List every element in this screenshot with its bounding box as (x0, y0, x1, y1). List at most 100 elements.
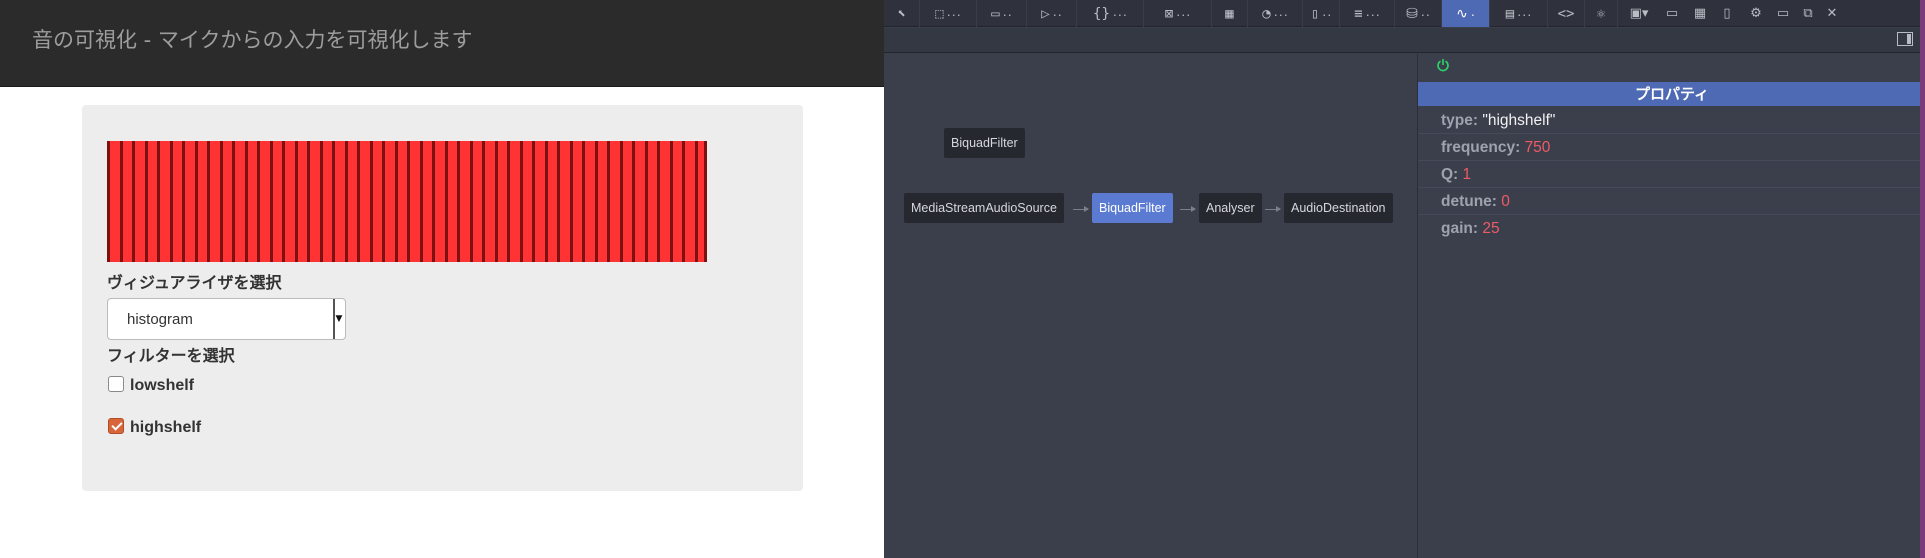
histogram-bar-divider (507, 141, 510, 262)
histogram-bar-divider (570, 141, 573, 262)
histogram-bar-divider (457, 141, 460, 262)
histogram-bar-divider (482, 141, 485, 262)
react-icon: ⚛ (1596, 5, 1606, 22)
pick-element-icon[interactable]: ⬉ (884, 0, 920, 27)
device-icon[interactable]: ▯ (1717, 3, 1737, 23)
lowshelf-checkbox[interactable] (108, 376, 124, 392)
histogram-bar-divider (232, 141, 235, 262)
settings-gear-icon[interactable]: ⚙ (1746, 3, 1766, 23)
canvas-icon: ⊠ (1164, 5, 1174, 22)
layout-menu-icon[interactable]: ▣▾ (1624, 3, 1654, 23)
visualizer-select[interactable]: histogram ▼ (107, 298, 346, 340)
lowshelf-label: lowshelf (130, 377, 195, 394)
frame-icon[interactable]: ▭ (1662, 3, 1682, 23)
close-devtools-icon[interactable]: ✕ (1822, 3, 1842, 23)
histogram-bar-divider (345, 141, 348, 262)
property-value[interactable]: 0 (1501, 193, 1510, 210)
tab-webaudio[interactable]: ∿. (1442, 0, 1490, 27)
tab-responsive[interactable]: ▯.. (1303, 0, 1340, 27)
histogram-bar-divider (320, 141, 323, 262)
devtools-subbar (884, 28, 1925, 53)
tab-react[interactable]: ⚛ (1585, 0, 1618, 27)
tab-memory[interactable]: ▦ (1212, 0, 1248, 27)
property-row-q: Q: 1 (1418, 161, 1925, 188)
histogram-bar-divider (395, 141, 398, 262)
graph-node-analyser[interactable]: Analyser (1199, 193, 1262, 223)
histogram-bar-divider (107, 141, 110, 262)
histogram-bar-divider (370, 141, 373, 262)
histogram-bar-divider (170, 141, 173, 262)
histogram-bar-divider (595, 141, 598, 262)
tab-code[interactable]: <> (1548, 0, 1585, 27)
property-row-type: type: "highshelf" (1418, 107, 1925, 134)
property-value[interactable]: 1 (1463, 166, 1472, 183)
histogram-bar-divider (407, 141, 410, 262)
histogram-bar-divider (682, 141, 685, 262)
tab-inspector[interactable]: ⬚... (920, 0, 977, 27)
tab-storage[interactable]: ⛁.. (1395, 0, 1442, 27)
histogram-bar-divider (332, 141, 335, 262)
histogram-bar-divider (695, 141, 698, 262)
histogram-bar-divider (245, 141, 248, 262)
memory-icon: ▦ (1225, 5, 1234, 22)
property-value[interactable]: "highshelf" (1482, 112, 1555, 129)
storage-icon: ⛁ (1406, 5, 1418, 22)
highshelf-checkbox[interactable] (108, 418, 124, 434)
graph-edge (1180, 206, 1196, 212)
graph-node-mediastreamaudiosource[interactable]: MediaStreamAudioSource (904, 193, 1064, 223)
performance-icon: ◔ (1262, 5, 1271, 22)
histogram-bar-divider (220, 141, 223, 262)
histogram-bar-divider (157, 141, 160, 262)
graph-node-audiodestination[interactable]: AudioDestination (1284, 193, 1393, 223)
separate-window-icon[interactable]: ⧉ (1798, 3, 1818, 23)
dropdown-arrow-icon: ▼ (333, 299, 343, 339)
histogram-bar-divider (270, 141, 273, 262)
properties-header: プロパティ (1418, 82, 1925, 106)
property-value[interactable]: 25 (1482, 220, 1499, 237)
highshelf-label: highshelf (130, 419, 202, 436)
tab-debugger[interactable]: ▷.. (1027, 0, 1077, 27)
screenshot-icon[interactable]: ▦ (1690, 3, 1710, 23)
histogram-bar-divider (295, 141, 298, 262)
responsive-icon: ▯ (1310, 5, 1320, 22)
histogram-bar-divider (557, 141, 560, 262)
screen: 音の可視化 - マイクからの入力を可視化します ヴィジュアライザを選択 hist… (0, 0, 1925, 558)
histogram-bar-divider (645, 141, 648, 262)
histogram-bar-divider (620, 141, 623, 262)
histogram-bar-divider (432, 141, 435, 262)
tab-accessibility[interactable]: ▤... (1490, 0, 1548, 27)
property-row-gain: gain: 25 (1418, 215, 1925, 242)
histogram-bar-divider (282, 141, 285, 262)
page-title: 音の可視化 - マイクからの入力を可視化します (32, 28, 473, 52)
tab-performance[interactable]: ◔... (1248, 0, 1303, 27)
histogram-bar-divider (207, 141, 210, 262)
property-value[interactable]: 750 (1525, 139, 1551, 156)
histogram-bar-divider (520, 141, 523, 262)
devtools-panel: ⬉ ⬚... ▭.. ▷.. {}... ⊠... ▦ ◔... ▯.. ≡..… (884, 0, 1925, 558)
property-row-detune: detune: 0 (1418, 188, 1925, 215)
tab-network[interactable]: ≡... (1340, 0, 1395, 27)
histogram-bar-divider (670, 141, 673, 262)
tab-console[interactable]: ▭.. (977, 0, 1027, 27)
debugger-icon: ▷ (1041, 5, 1050, 22)
graph-node-biquadfilter-unconnected[interactable]: BiquadFilter (944, 128, 1025, 158)
code-icon: <> (1557, 5, 1575, 22)
tab-canvas[interactable]: ⊠... (1144, 0, 1212, 27)
tab-style-editor[interactable]: {}... (1077, 0, 1144, 27)
power-icon[interactable] (1436, 58, 1450, 72)
histogram-bar-divider (382, 141, 385, 262)
accessibility-icon: ▤ (1505, 5, 1515, 22)
window-edge (1920, 0, 1925, 558)
histogram-bar-divider (445, 141, 448, 262)
property-key: detune: (1441, 193, 1497, 210)
dock-bottom-icon[interactable]: ▭ (1773, 3, 1793, 23)
histogram-bar-divider (495, 141, 498, 262)
graph-edge (1073, 206, 1089, 212)
histogram-bar-divider (582, 141, 585, 262)
inspector-icon: ⬚ (935, 5, 944, 22)
graph-node-biquadfilter-selected[interactable]: BiquadFilter (1092, 193, 1173, 223)
toggle-sidebar-icon[interactable] (1897, 32, 1913, 46)
property-key: frequency: (1441, 139, 1521, 156)
visualizer-select-value: histogram (127, 311, 193, 328)
histogram-bar-divider (420, 141, 423, 262)
